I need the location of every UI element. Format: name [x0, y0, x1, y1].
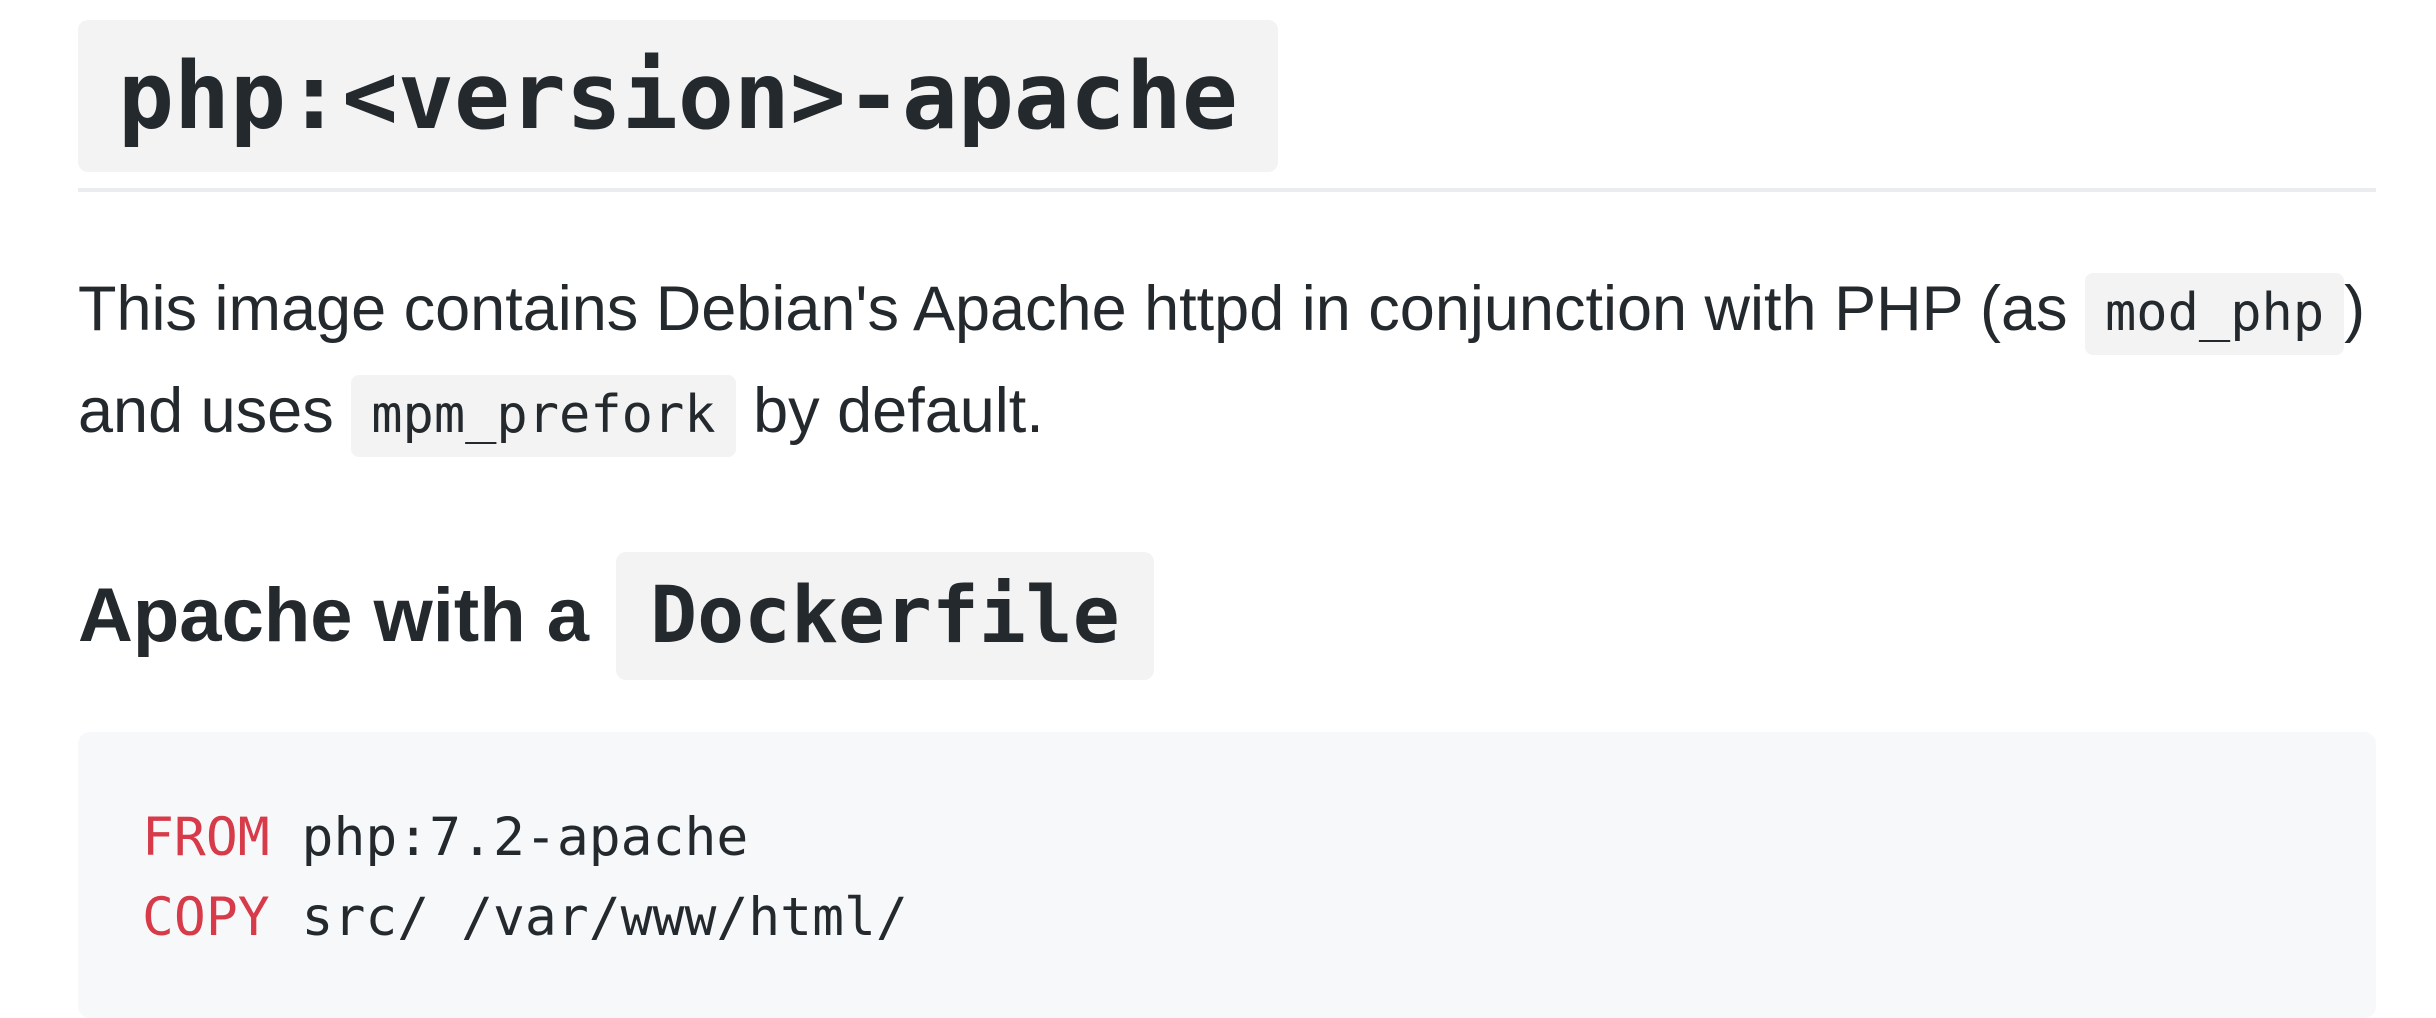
description-text-before: This image contains Debian's Apache http… [78, 274, 2085, 344]
subheading-text: Apache with a [78, 573, 611, 658]
subheading: Apache with a Dockerfile [78, 552, 1154, 680]
section-heading: php:<version>-apache [78, 20, 2376, 192]
heading-code: php:<version>-apache [78, 20, 1278, 172]
subheading-code: Dockerfile [616, 552, 1154, 680]
inline-code-mod-php: mod_php [2085, 273, 2345, 355]
code-text: php:7.2-apache [269, 807, 749, 868]
dockerfile-code-block[interactable]: FROM php:7.2-apache COPY src/ /var/www/h… [78, 732, 2376, 1018]
code-keyword: FROM [142, 807, 270, 868]
inline-code-mpm-prefork: mpm_prefork [351, 375, 736, 457]
description-paragraph: This image contains Debian's Apache http… [78, 260, 2376, 464]
code-keyword: COPY [142, 887, 270, 948]
code-text: src/ /var/www/html/ [269, 887, 908, 948]
description-text-after: by default. [735, 376, 1044, 446]
code-line: COPY src/ /var/www/html/ [142, 878, 2376, 958]
code-line: FROM php:7.2-apache [142, 798, 2376, 878]
readme-section: php:<version>-apache This image contains… [78, 20, 2376, 1018]
